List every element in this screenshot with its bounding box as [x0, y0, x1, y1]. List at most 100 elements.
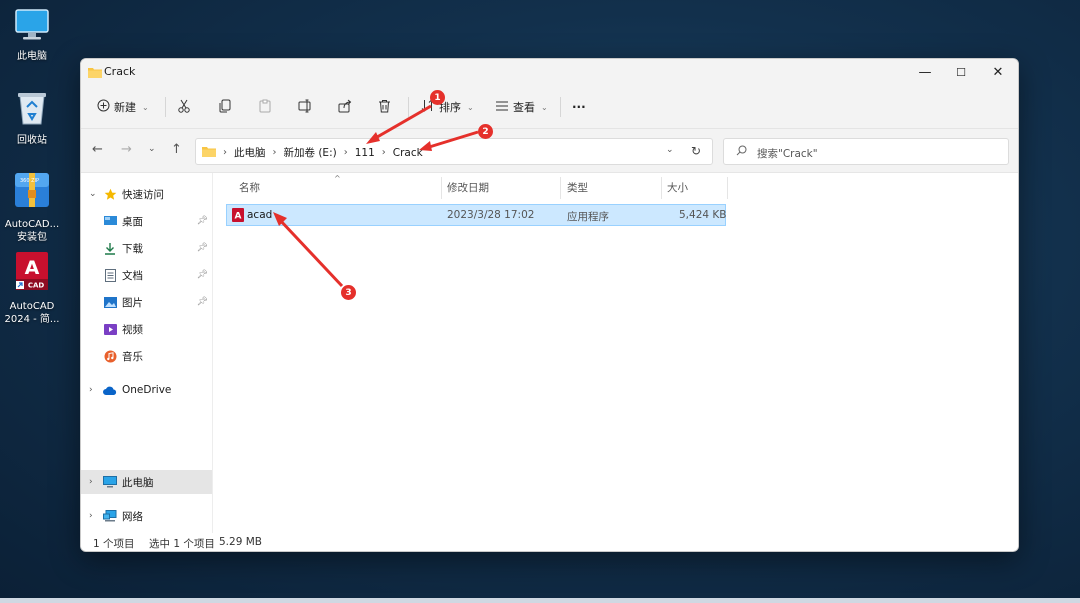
- sidebar-item-network[interactable]: › 网络: [81, 504, 212, 528]
- share-button[interactable]: [338, 95, 352, 119]
- scissors-icon: [177, 99, 191, 116]
- search-box[interactable]: 搜索"Crack": [723, 138, 1009, 165]
- paste-icon: [258, 99, 272, 116]
- sidebar-item-label: 网络: [122, 510, 143, 523]
- column-divider[interactable]: [727, 177, 728, 199]
- toolbar-divider: [408, 97, 409, 117]
- breadcrumb-item-this-pc[interactable]: 此电脑: [234, 145, 266, 160]
- breadcrumb-separator-icon: ›: [272, 147, 277, 158]
- breadcrumb-item-111[interactable]: 111: [355, 147, 375, 159]
- sidebar-item-label: 音乐: [122, 350, 143, 363]
- column-header-name[interactable]: 名称: [239, 173, 260, 201]
- desktop-icon-recycle-bin[interactable]: 回收站: [0, 90, 68, 147]
- autocad-app-icon: A CAD: [0, 250, 68, 296]
- desktop-icon-label-line2: 2024 - 简...: [4, 314, 60, 325]
- pin-icon[interactable]: 📌︎: [197, 216, 208, 226]
- recent-locations-chevron-icon[interactable]: ⌄: [148, 144, 156, 154]
- sidebar-item-onedrive[interactable]: › OneDrive: [81, 378, 212, 402]
- paste-button[interactable]: [258, 95, 272, 119]
- sidebar-item-label: 文档: [122, 269, 143, 282]
- title-bar[interactable]: Crack — ☐ ✕: [81, 59, 1018, 85]
- file-explorer-window: Crack — ☐ ✕ 新建 ⌄ 排序 ⌄ 查看 ⌄ ··· ← → ⌄ ↑ ›…: [80, 58, 1019, 552]
- file-size: 5,424 KB: [679, 209, 727, 221]
- column-header-type[interactable]: 类型: [567, 173, 588, 201]
- column-divider[interactable]: [441, 177, 442, 199]
- status-bar: 1 个项目 选中 1 个项目 5.29 MB: [81, 533, 1018, 551]
- back-arrow-icon[interactable]: ←: [92, 142, 103, 157]
- sort-button[interactable]: 排序 ⌄: [421, 95, 474, 119]
- file-list: ^ 名称 修改日期 类型 大小 A acad 2023/3/28 17:02 应…: [214, 173, 1018, 533]
- breadcrumb-item-crack[interactable]: Crack: [393, 147, 423, 159]
- sidebar-item-pictures[interactable]: 图片 📌︎: [81, 290, 212, 314]
- column-header-size[interactable]: 大小: [667, 173, 688, 201]
- breadcrumb-separator-icon: ›: [223, 147, 227, 158]
- sidebar-item-videos[interactable]: 视频: [81, 317, 212, 341]
- more-options-button[interactable]: ···: [572, 95, 586, 119]
- address-history-chevron-icon[interactable]: ⌄: [666, 145, 674, 155]
- picture-icon: [103, 295, 117, 309]
- breadcrumb-item-volume[interactable]: 新加卷 (E:): [284, 145, 337, 160]
- desktop-icon-label: 回收站: [17, 135, 47, 146]
- up-arrow-icon[interactable]: ↑: [171, 142, 182, 157]
- monitor-icon: [0, 8, 68, 46]
- desktop-icon-this-pc[interactable]: 此电脑: [0, 8, 68, 63]
- sidebar-item-label: 此电脑: [122, 476, 154, 489]
- desktop-icon: [103, 214, 117, 228]
- copy-button[interactable]: [218, 95, 232, 119]
- column-header-modified[interactable]: 修改日期: [447, 173, 489, 201]
- address-bar[interactable]: › 此电脑 › 新加卷 (E:) › 111 › Crack ⌄ ↻: [195, 138, 713, 165]
- desktop-icon-autocad-2024[interactable]: A CAD AutoCAD 2024 - 简...: [0, 250, 68, 326]
- close-button[interactable]: ✕: [978, 59, 1018, 85]
- file-row[interactable]: A acad 2023/3/28 17:02 应用程序 5,424 KB: [226, 204, 727, 226]
- trash-icon: [378, 99, 391, 116]
- sort-ascending-icon: ^: [334, 174, 341, 183]
- sidebar-item-music[interactable]: 音乐: [81, 344, 212, 368]
- zip-badge-text: 360 ZIP: [20, 178, 39, 184]
- navigation-pane: ⌄ 快速访问 桌面 📌︎ 下载 📌︎ 文档 📌︎ 图片 📌︎ 视频 音乐 › O…: [81, 173, 213, 533]
- file-type: 应用程序: [567, 211, 609, 223]
- desktop-icon-autocad-installer[interactable]: 360 ZIP AutoCAD... 安装包: [0, 170, 68, 244]
- network-icon: [103, 509, 117, 523]
- status-selection: 选中 1 个项目: [149, 538, 215, 550]
- chevron-right-icon[interactable]: ›: [89, 385, 103, 395]
- music-icon: [103, 349, 117, 363]
- status-size: 5.29 MB: [219, 536, 262, 548]
- chevron-right-icon[interactable]: ›: [89, 511, 103, 521]
- breadcrumb-separator-icon: ›: [381, 147, 386, 158]
- column-divider[interactable]: [661, 177, 662, 199]
- star-icon: [103, 187, 117, 201]
- sidebar-item-downloads[interactable]: 下载 📌︎: [81, 236, 212, 260]
- maximize-button[interactable]: ☐: [941, 59, 981, 85]
- chevron-down-icon[interactable]: ⌄: [89, 189, 103, 199]
- autocad-tag: CAD: [28, 282, 45, 290]
- desktop-icon-label-line2: 安装包: [17, 232, 47, 243]
- desktop-icon-label-line1: AutoCAD...: [4, 219, 60, 230]
- autocad-app-icon: A: [232, 208, 244, 225]
- sidebar-item-label: 视频: [122, 323, 143, 336]
- rename-button[interactable]: [298, 95, 313, 119]
- window-title: Crack: [104, 65, 136, 78]
- forward-arrow-icon[interactable]: →: [121, 142, 132, 157]
- sidebar-item-desktop[interactable]: 桌面 📌︎: [81, 209, 212, 233]
- taskbar-edge: [0, 598, 1080, 603]
- column-divider[interactable]: [560, 177, 561, 199]
- copy-icon: [218, 99, 232, 116]
- sidebar-item-quick-access[interactable]: ⌄ 快速访问: [81, 182, 212, 206]
- new-button[interactable]: 新建 ⌄: [97, 95, 149, 119]
- chevron-down-icon: ⌄: [142, 102, 149, 112]
- pin-icon[interactable]: 📌︎: [197, 297, 208, 307]
- minimize-button[interactable]: —: [905, 59, 945, 85]
- sidebar-item-documents[interactable]: 文档 📌︎: [81, 263, 212, 287]
- share-icon: [338, 99, 352, 116]
- delete-button[interactable]: [378, 95, 391, 119]
- sidebar-item-this-pc[interactable]: › 此电脑: [81, 470, 212, 494]
- document-icon: [103, 268, 117, 282]
- command-bar: 新建 ⌄ 排序 ⌄ 查看 ⌄ ···: [81, 85, 1018, 129]
- view-button[interactable]: 查看 ⌄: [495, 95, 548, 119]
- pin-icon[interactable]: 📌︎: [197, 270, 208, 280]
- refresh-icon[interactable]: ↻: [691, 144, 701, 158]
- cut-button[interactable]: [177, 95, 191, 119]
- sidebar-item-label: 图片: [122, 296, 143, 309]
- chevron-right-icon[interactable]: ›: [89, 477, 103, 487]
- pin-icon[interactable]: 📌︎: [197, 243, 208, 253]
